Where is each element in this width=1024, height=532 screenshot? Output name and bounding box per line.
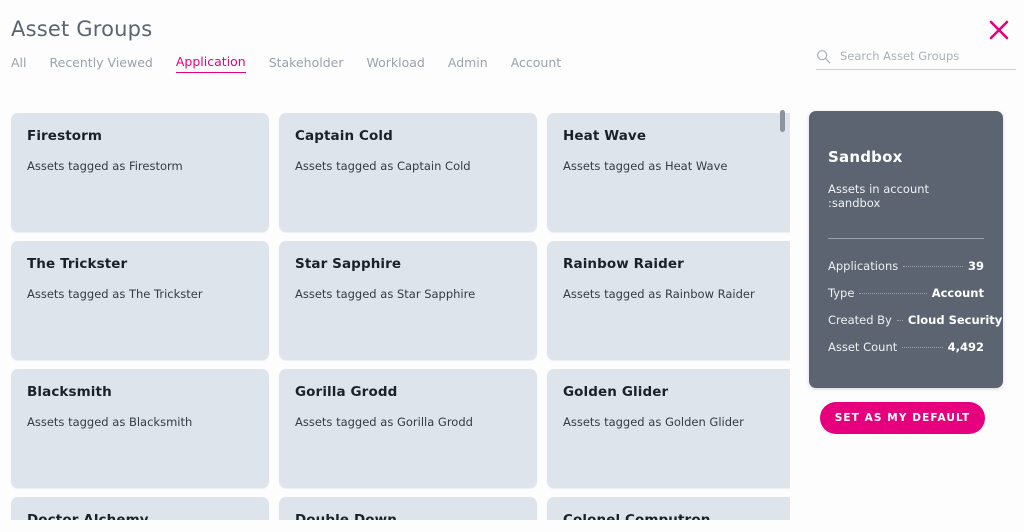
card-title: Captain Cold xyxy=(295,128,521,144)
card-title: Doctor Alchemy xyxy=(27,512,253,520)
card-description: Assets tagged as Rainbow Raider xyxy=(563,287,789,301)
card-description: Assets tagged as Gorilla Grodd xyxy=(295,415,521,429)
search-icon xyxy=(816,49,831,64)
asset-group-card[interactable]: Double Down xyxy=(279,497,537,520)
card-title: Gorilla Grodd xyxy=(295,384,521,400)
tab-account[interactable]: Account xyxy=(511,55,561,73)
asset-group-card[interactable]: Gorilla Grodd Assets tagged as Gorilla G… xyxy=(279,369,537,488)
asset-group-grid-area: Firestorm Assets tagged as Firestorm Cap… xyxy=(0,104,790,520)
tab-bar: All Recently Viewed Application Stakehol… xyxy=(11,54,584,73)
tab-stakeholder[interactable]: Stakeholder xyxy=(269,55,344,73)
asset-group-card[interactable]: Star Sapphire Assets tagged as Star Sapp… xyxy=(279,241,537,360)
asset-group-card[interactable]: Colonel Computron xyxy=(547,497,790,520)
search-bar[interactable] xyxy=(816,48,1016,70)
detail-row-created-by: Created By Cloud Security xyxy=(828,313,984,327)
tab-admin[interactable]: Admin xyxy=(448,55,488,73)
card-description: Assets tagged as The Trickster xyxy=(27,287,253,301)
detail-value: Account xyxy=(932,286,984,300)
tab-all[interactable]: All xyxy=(11,55,27,73)
leader-dots xyxy=(902,347,942,348)
asset-group-card[interactable]: Golden Glider Assets tagged as Golden Gl… xyxy=(547,369,790,488)
detail-label: Asset Count xyxy=(828,340,897,354)
asset-group-card[interactable]: Heat Wave Assets tagged as Heat Wave xyxy=(547,113,790,232)
card-title: Blacksmith xyxy=(27,384,253,400)
detail-value: 4,492 xyxy=(948,340,984,354)
detail-subtitle: Assets in account :sandbox xyxy=(828,182,984,210)
asset-group-card[interactable]: Captain Cold Assets tagged as Captain Co… xyxy=(279,113,537,232)
asset-group-card[interactable]: Doctor Alchemy xyxy=(11,497,269,520)
asset-group-card[interactable]: The Trickster Assets tagged as The Trick… xyxy=(11,241,269,360)
detail-label: Applications xyxy=(828,259,898,273)
leader-dots xyxy=(903,266,963,267)
detail-value: Cloud Security xyxy=(908,313,1002,327)
grid-scrollbar-thumb[interactable] xyxy=(780,110,785,132)
detail-value: 39 xyxy=(968,259,984,273)
set-as-my-default-button[interactable]: SET AS MY DEFAULT xyxy=(820,402,985,434)
detail-label: Type xyxy=(828,286,854,300)
tab-application[interactable]: Application xyxy=(176,54,246,73)
card-description: Assets tagged as Star Sapphire xyxy=(295,287,521,301)
detail-label: Created By xyxy=(828,313,892,327)
leader-dots xyxy=(859,293,926,294)
asset-groups-page: Asset Groups All Recently Viewed Applica… xyxy=(0,0,1024,532)
search-input[interactable] xyxy=(838,48,1016,64)
card-description: Assets tagged as Captain Cold xyxy=(295,159,521,173)
card-title: Star Sapphire xyxy=(295,256,521,272)
card-description: Assets tagged as Firestorm xyxy=(27,159,253,173)
asset-group-card[interactable]: Firestorm Assets tagged as Firestorm xyxy=(11,113,269,232)
card-title: Colonel Computron xyxy=(563,512,789,520)
tab-workload[interactable]: Workload xyxy=(366,55,424,73)
tab-recently-viewed[interactable]: Recently Viewed xyxy=(50,55,153,73)
grid-scrollbar[interactable] xyxy=(780,110,785,514)
detail-row-applications: Applications 39 xyxy=(828,259,984,273)
card-description: Assets tagged as Heat Wave xyxy=(563,159,789,173)
card-description: Assets tagged as Golden Glider xyxy=(563,415,789,429)
leader-dots xyxy=(897,320,903,321)
close-icon[interactable] xyxy=(987,18,1011,42)
card-title: The Trickster xyxy=(27,256,253,272)
page-title: Asset Groups xyxy=(11,17,152,41)
card-description: Assets tagged as Blacksmith xyxy=(27,415,253,429)
card-title: Heat Wave xyxy=(563,128,789,144)
card-title: Double Down xyxy=(295,512,521,520)
asset-group-grid: Firestorm Assets tagged as Firestorm Cap… xyxy=(11,113,790,520)
asset-group-card[interactable]: Rainbow Raider Assets tagged as Rainbow … xyxy=(547,241,790,360)
card-title: Firestorm xyxy=(27,128,253,144)
card-title: Golden Glider xyxy=(563,384,789,400)
detail-row-asset-count: Asset Count 4,492 xyxy=(828,340,984,354)
asset-group-detail-panel: Sandbox Assets in account :sandbox Appli… xyxy=(809,111,1003,388)
detail-row-type: Type Account xyxy=(828,286,984,300)
detail-divider xyxy=(828,238,984,239)
card-title: Rainbow Raider xyxy=(563,256,789,272)
detail-title: Sandbox xyxy=(828,148,984,166)
asset-group-card[interactable]: Blacksmith Assets tagged as Blacksmith xyxy=(11,369,269,488)
